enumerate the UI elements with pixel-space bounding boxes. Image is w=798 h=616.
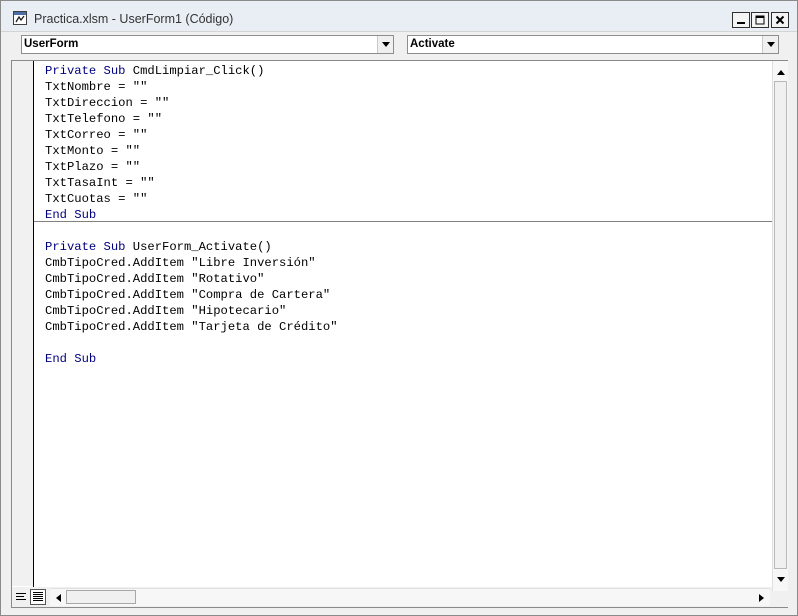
code-line[interactable]: TxtDireccion = "": [45, 95, 773, 111]
arrow-down-icon: [777, 576, 785, 582]
code-line[interactable]: [45, 223, 773, 239]
procedure-view-button[interactable]: [13, 589, 29, 605]
full-module-view-button[interactable]: [30, 589, 46, 605]
bottom-bar: [12, 587, 772, 607]
close-icon: [775, 15, 785, 25]
margin-divider: [33, 61, 34, 607]
code-line[interactable]: [45, 335, 773, 351]
procedure-view-icon: [16, 592, 26, 600]
code-text: CmbTipoCred.AddItem "Libre Inversión": [45, 256, 316, 270]
code-line[interactable]: CmbTipoCred.AddItem "Rotativo": [45, 271, 773, 287]
margin-indicator-bar[interactable]: [12, 61, 33, 586]
code-line[interactable]: TxtNombre = "": [45, 79, 773, 95]
code-line[interactable]: TxtTelefono = "": [45, 111, 773, 127]
code-line[interactable]: TxtMonto = "": [45, 143, 773, 159]
code-text: CmbTipoCred.AddItem "Rotativo": [45, 272, 265, 286]
scroll-up-button[interactable]: [773, 64, 789, 80]
arrow-up-icon: [777, 69, 785, 75]
restore-button[interactable]: [751, 12, 769, 28]
code-line[interactable]: TxtCorreo = "": [45, 127, 773, 143]
code-window: Practica.xlsm - UserForm1 (Código) UserF…: [0, 0, 798, 616]
code-text: TxtTelefono = "": [45, 112, 163, 126]
code-keyword: End Sub: [45, 352, 97, 366]
code-keyword: End Sub: [45, 208, 97, 222]
arrow-right-icon: [758, 594, 764, 602]
code-line[interactable]: TxtTasaInt = "": [45, 175, 773, 191]
code-line[interactable]: End Sub: [45, 351, 773, 367]
code-text: TxtCorreo = "": [45, 128, 148, 142]
code-text: TxtMonto = "": [45, 144, 141, 158]
chevron-down-icon: [766, 42, 775, 47]
procedure-dropdown-value: Activate: [410, 38, 455, 50]
code-text: CmdLimpiar_Click(): [132, 64, 265, 78]
scrollbar-corner: [772, 591, 788, 607]
code-line[interactable]: TxtCuotas = "": [45, 191, 773, 207]
close-button[interactable]: [771, 12, 789, 28]
code-text: CmbTipoCred.AddItem "Hipotecario": [45, 304, 287, 318]
scroll-down-button[interactable]: [773, 571, 789, 587]
code-text: TxtTasaInt = "": [45, 176, 155, 190]
chevron-down-icon: [381, 42, 390, 47]
procedure-dropdown[interactable]: Activate: [407, 35, 779, 54]
code-line[interactable]: Private Sub CmdLimpiar_Click(): [45, 63, 773, 79]
vertical-scroll-thumb[interactable]: [774, 81, 787, 569]
code-line[interactable]: CmbTipoCred.AddItem "Tarjeta de Crédito": [45, 319, 773, 335]
code-text: TxtCuotas = "": [45, 192, 148, 206]
vertical-scrollbar[interactable]: [772, 61, 788, 591]
object-dropdown-button[interactable]: [377, 36, 393, 53]
object-dropdown-value: UserForm: [24, 38, 79, 50]
code-text-area[interactable]: Private Sub CmdLimpiar_Click() TxtNombre …: [45, 63, 773, 583]
minimize-button[interactable]: [732, 12, 750, 28]
full-module-view-icon: [33, 592, 43, 601]
code-line[interactable]: Private Sub UserForm_Activate(): [45, 239, 773, 255]
code-text: CmbTipoCred.AddItem "Tarjeta de Crédito": [45, 320, 338, 334]
title-bar[interactable]: Practica.xlsm - UserForm1 (Código): [1, 1, 797, 32]
horizontal-scroll-thumb[interactable]: [66, 590, 136, 604]
procedure-dropdown-button[interactable]: [762, 36, 778, 53]
code-editor[interactable]: Private Sub CmdLimpiar_Click() TxtNombre …: [11, 60, 788, 608]
horizontal-scrollbar[interactable]: [50, 588, 770, 606]
procedure-separator: [34, 221, 773, 222]
code-text: UserForm_Activate(): [132, 240, 272, 254]
scroll-right-button[interactable]: [753, 590, 769, 606]
window-title: Practica.xlsm - UserForm1 (Código): [34, 12, 234, 26]
vba-code-window-icon: [13, 11, 27, 25]
code-keyword: Private Sub: [45, 240, 133, 254]
code-keyword: Private Sub: [45, 64, 133, 78]
code-line[interactable]: CmbTipoCred.AddItem "Hipotecario": [45, 303, 773, 319]
code-text: TxtNombre = "": [45, 80, 148, 94]
code-text: CmbTipoCred.AddItem "Compra de Cartera": [45, 288, 331, 302]
code-line[interactable]: CmbTipoCred.AddItem "Compra de Cartera": [45, 287, 773, 303]
minimize-icon: [737, 22, 745, 24]
code-text: TxtPlazo = "": [45, 160, 141, 174]
scroll-left-button[interactable]: [50, 590, 66, 606]
code-line[interactable]: CmbTipoCred.AddItem "Libre Inversión": [45, 255, 773, 271]
restore-icon: [755, 15, 765, 25]
object-dropdown[interactable]: UserForm: [21, 35, 394, 54]
code-line[interactable]: TxtPlazo = "": [45, 159, 773, 175]
arrow-left-icon: [55, 594, 61, 602]
code-text: TxtDireccion = "": [45, 96, 170, 110]
